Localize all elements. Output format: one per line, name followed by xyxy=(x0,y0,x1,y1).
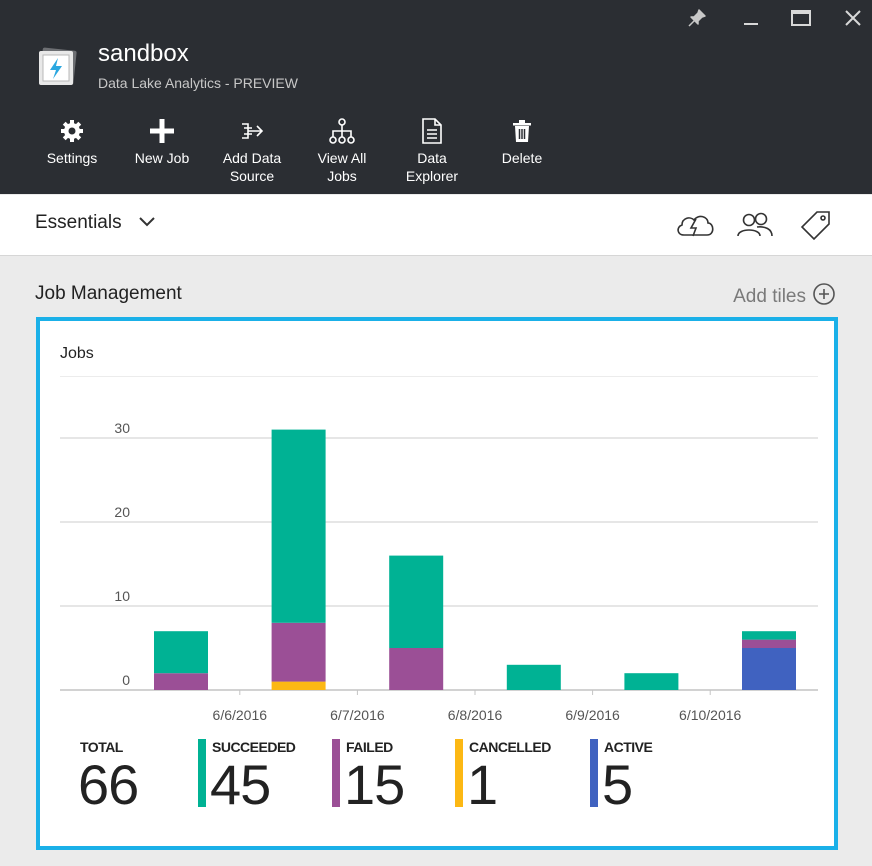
bar-succeeded xyxy=(154,631,208,674)
x-tick-label: 6/10/2016 xyxy=(679,707,741,723)
stat-value: 66 xyxy=(78,753,139,816)
job-stats: TOTAL 66 SUCCEEDED 45 FAILED 15 CANCELLED 1 ACTI… xyxy=(40,739,834,829)
trash-icon xyxy=(477,116,567,146)
bar-cancelled xyxy=(271,681,326,690)
jobs-tile[interactable]: Jobs 0 10 20 30 6/6/2016 6/7/2016 6/8/2016 6/9/… xyxy=(36,317,838,850)
stat-value: 5 xyxy=(602,753,633,816)
settings-button[interactable]: Settings xyxy=(27,116,117,167)
bar-failed xyxy=(742,639,796,648)
chevron-down-icon[interactable] xyxy=(138,215,156,234)
essentials-toggle[interactable]: Essentials xyxy=(35,212,122,234)
minimize-icon[interactable] xyxy=(738,6,764,30)
bar-failed xyxy=(389,648,444,690)
x-tick-label: 6/7/2016 xyxy=(330,707,385,723)
settings-label: Settings xyxy=(46,150,98,166)
document-icon xyxy=(387,116,477,146)
add-tiles-label: Add tiles xyxy=(733,285,806,307)
resource-title: sandbox xyxy=(98,40,189,67)
y-tick-label: 30 xyxy=(114,420,130,436)
maximize-icon[interactable] xyxy=(788,6,814,30)
view-all-jobs-button[interactable]: View All Jobs xyxy=(297,116,387,185)
cloud-lightning-icon[interactable] xyxy=(674,209,716,246)
bar-active xyxy=(742,648,796,690)
delete-button[interactable]: Delete xyxy=(477,116,567,167)
bar-succeeded xyxy=(271,429,326,623)
stat-value: 1 xyxy=(467,753,498,816)
pin-icon[interactable] xyxy=(684,6,710,30)
y-tick-label: 20 xyxy=(114,504,130,520)
gear-icon xyxy=(27,116,117,146)
bar-succeeded xyxy=(389,555,444,648)
stat-color-bar xyxy=(590,739,598,807)
data-lake-analytics-icon xyxy=(36,46,78,88)
stat-value: 45 xyxy=(210,753,271,816)
add-tiles-button[interactable]: Add tiles xyxy=(733,282,836,311)
stat-color-bar xyxy=(198,739,206,807)
data-explorer-label: Data Explorer xyxy=(405,150,459,184)
bar-failed xyxy=(271,622,326,682)
new-job-button[interactable]: New Job xyxy=(117,116,207,167)
x-tick-label: 6/6/2016 xyxy=(213,707,268,723)
command-bar: Settings New Job Add Data Source View Al… xyxy=(0,116,872,190)
bar-failed xyxy=(154,673,208,690)
bar-succeeded xyxy=(624,673,679,690)
essentials-bar: Essentials xyxy=(0,195,872,256)
delete-label: Delete xyxy=(501,150,543,166)
x-tick-label: 6/9/2016 xyxy=(565,707,620,723)
add-data-source-button[interactable]: Add Data Source xyxy=(207,116,297,185)
add-data-source-label: Add Data Source xyxy=(222,150,282,184)
stat-color-bar xyxy=(455,739,463,807)
stat-color-bar xyxy=(332,739,340,807)
tag-icon[interactable] xyxy=(799,209,833,246)
hierarchy-icon xyxy=(297,116,387,146)
add-circle-icon xyxy=(812,282,836,311)
section-title: Job Management xyxy=(35,283,182,304)
new-job-label: New Job xyxy=(134,150,190,166)
y-tick-label: 0 xyxy=(122,672,130,688)
jobs-chart: 0 10 20 30 6/6/2016 6/7/2016 6/8/2016 6/9/2016 6… xyxy=(60,420,818,723)
close-icon[interactable] xyxy=(840,6,866,30)
add-data-source-icon xyxy=(207,116,297,146)
y-tick-label: 10 xyxy=(114,588,130,604)
plus-icon xyxy=(117,116,207,146)
bar-succeeded xyxy=(506,664,561,690)
resource-subtitle: Data Lake Analytics - PREVIEW xyxy=(98,75,298,91)
x-tick-label: 6/8/2016 xyxy=(448,707,503,723)
data-explorer-button[interactable]: Data Explorer xyxy=(387,116,477,185)
blade-header: sandbox Data Lake Analytics - PREVIEW Se… xyxy=(0,0,872,194)
users-icon[interactable] xyxy=(735,209,775,246)
view-all-jobs-label: View All Jobs xyxy=(317,150,367,184)
stat-value: 15 xyxy=(344,753,405,816)
bar-succeeded xyxy=(742,631,796,640)
